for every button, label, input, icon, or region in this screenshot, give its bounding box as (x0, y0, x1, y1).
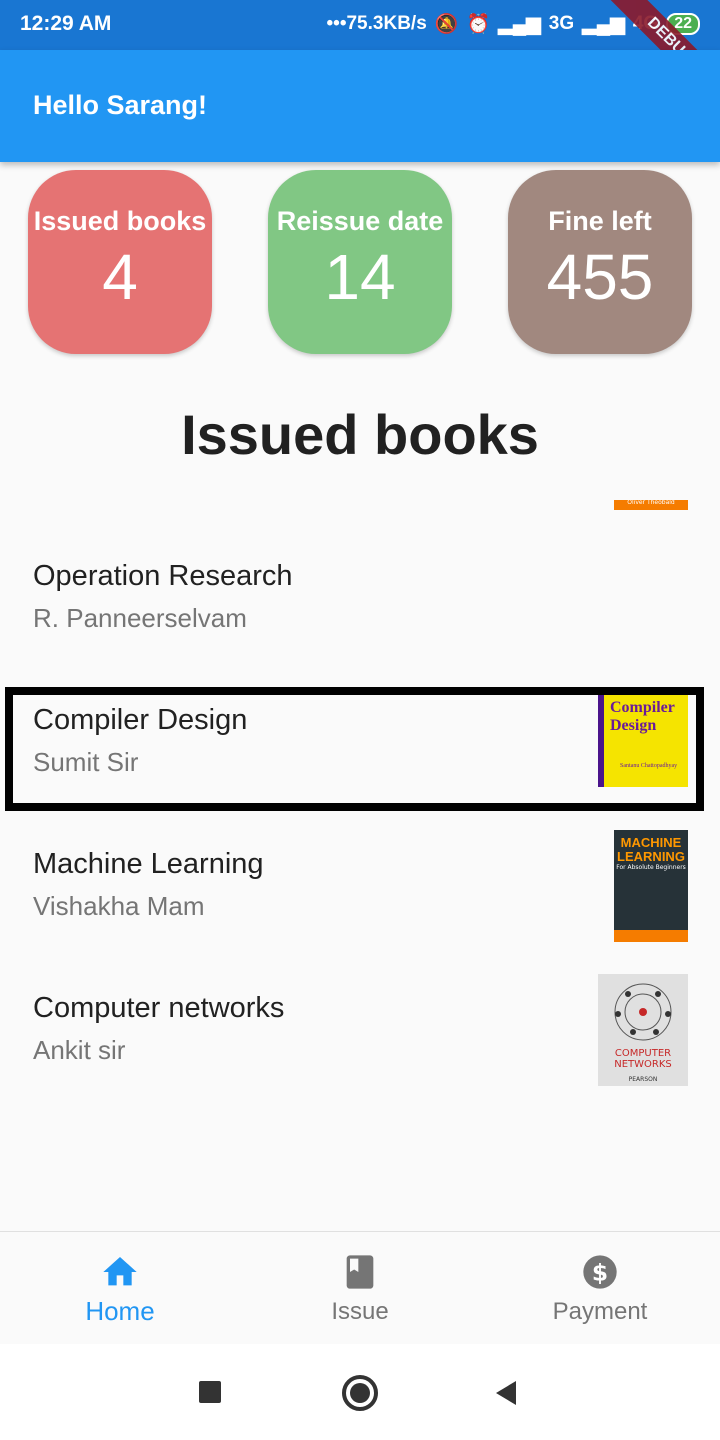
nav-home[interactable]: Home (0, 1232, 240, 1345)
stat-label: Reissue date (276, 206, 444, 236)
status-time: 12:29 AM (20, 12, 112, 35)
dollar-icon: $ (583, 1255, 617, 1289)
book-cover-networks: COMPUTER NETWORKS PEARSON (598, 974, 688, 1086)
stat-label: Fine left (548, 206, 652, 236)
signal-icon: ▂▄▆ (498, 13, 541, 35)
stat-value: 14 (324, 241, 396, 313)
stat-card-reissue[interactable]: Reissue date 14 (268, 170, 452, 354)
network-speed: •••75.3KB/s (326, 13, 427, 34)
list-item[interactable]: Computer networks Ankit sir COMPUTER NET… (0, 932, 720, 1086)
book-author: R. Panneerselvam (33, 603, 247, 633)
bottom-navigation: Home Issue $ Payment (0, 1231, 720, 1345)
svg-text:$: $ (592, 1258, 608, 1286)
home-button-inner (350, 1383, 370, 1403)
recents-icon[interactable] (199, 1381, 221, 1403)
book-icon (346, 1255, 374, 1289)
section-title: Issued books (181, 403, 539, 466)
app-bar: Hello Sarang! (0, 50, 720, 162)
home-button-icon[interactable] (342, 1375, 378, 1411)
nav-payment-label: Payment (552, 1298, 648, 1325)
app-bar-title: Hello Sarang! (33, 90, 208, 120)
book-title: Computer networks (33, 992, 285, 1024)
nav-home-label: Home (85, 1296, 155, 1326)
home-icon (103, 1257, 137, 1286)
stat-value: 4 (102, 241, 138, 313)
nav-issue[interactable]: Issue (240, 1232, 480, 1345)
mute-icon: 🔕 (434, 14, 459, 35)
book-author: Vishakha Mam (33, 891, 205, 921)
book-author: Ankit sir (33, 1035, 126, 1065)
back-icon[interactable] (494, 1380, 518, 1406)
network-3g: 3G (548, 13, 575, 34)
status-bar: 12:29 AM •••75.3KB/s 🔕 ⏰ ▂▄▆ 3G ▂▄▆ 4G 2… (0, 0, 720, 114)
book-title: Operation Research (33, 560, 293, 592)
signal-icon-2: ▂▄▆ (582, 13, 625, 35)
stat-value: 455 (546, 241, 654, 313)
list-item[interactable]: Operation Research R. Panneerselvam (0, 500, 720, 640)
alarm-icon: ⏰ (466, 14, 491, 35)
book-cover-ml: MACHINE LEARNING For Absolute Beginners … (614, 830, 688, 942)
stat-card-issued[interactable]: Issued books 4 (28, 170, 212, 354)
system-nav-bar (0, 1344, 720, 1440)
stat-card-fine[interactable]: Fine left 455 (508, 170, 692, 354)
book-title: Machine Learning (33, 848, 264, 880)
stat-label: Issued books (33, 206, 207, 236)
nav-payment[interactable]: $ Payment (480, 1232, 720, 1345)
nav-issue-label: Issue (331, 1298, 389, 1325)
selection-highlight (5, 687, 704, 811)
